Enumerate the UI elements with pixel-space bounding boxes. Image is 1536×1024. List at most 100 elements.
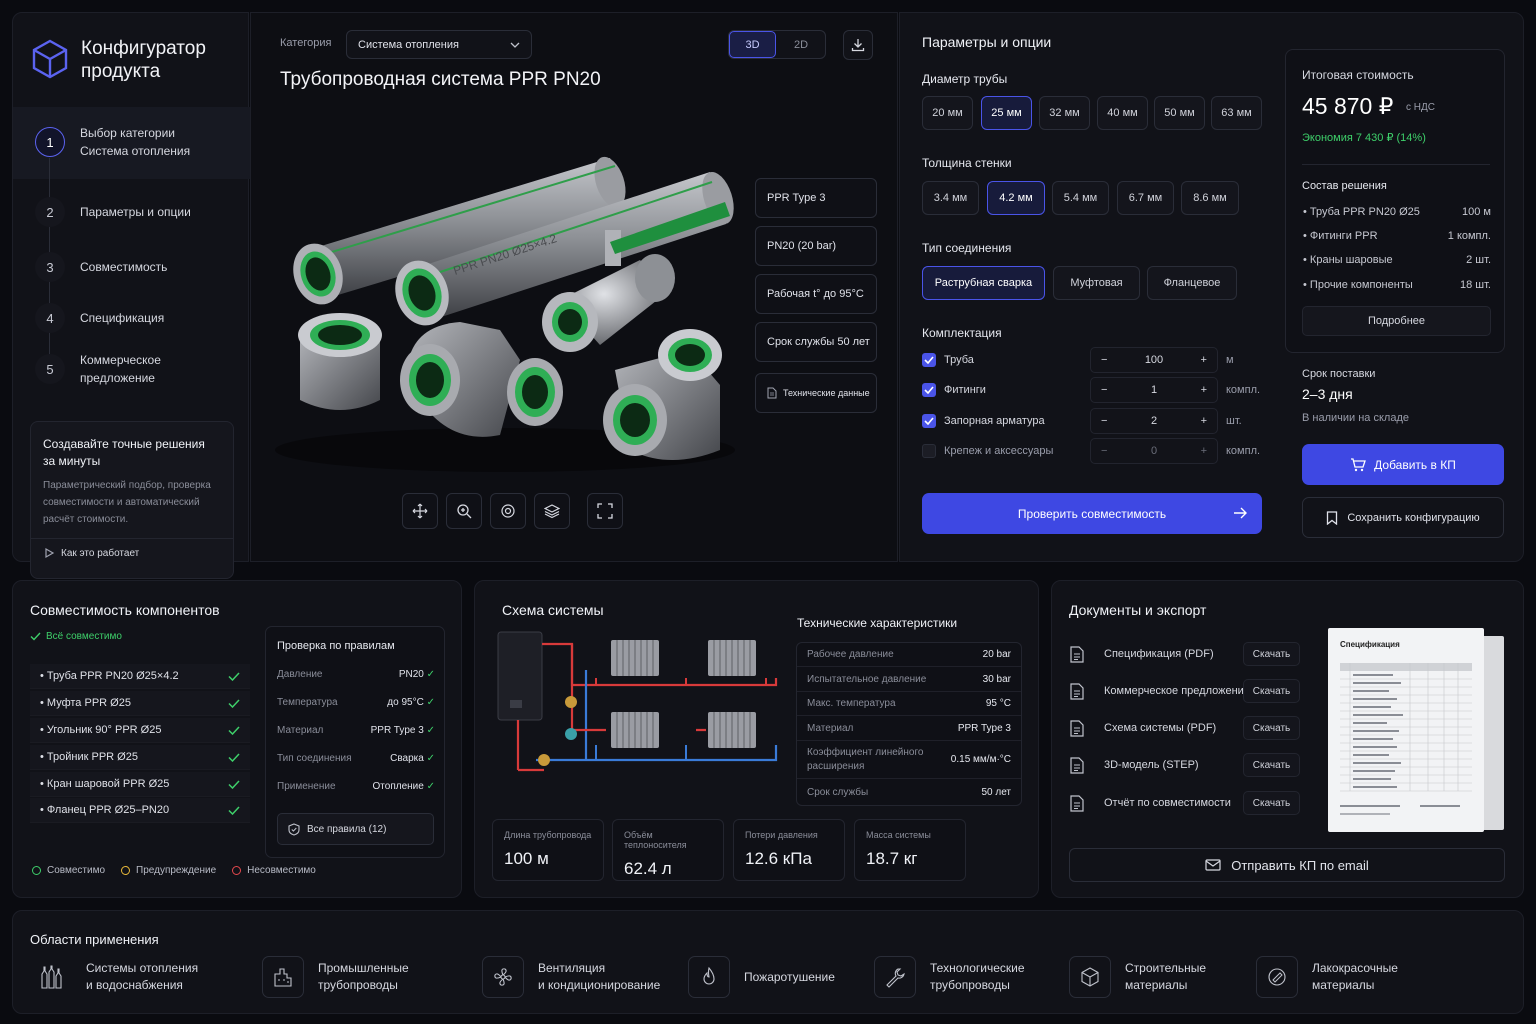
all-rules-button[interactable]: Все правила (12) [277, 813, 434, 845]
download-scheme-button[interactable]: Скачать [1243, 716, 1300, 740]
download-report-button[interactable]: Скачать [1243, 791, 1300, 815]
minus-icon[interactable]: − [1101, 384, 1107, 396]
minus-icon[interactable]: − [1101, 445, 1107, 457]
qty-stepper-pipe[interactable]: − 100 + [1090, 347, 1218, 373]
legend-error-dot [232, 866, 242, 875]
rotate-button[interactable] [490, 493, 526, 529]
compat-item[interactable]: • Тройник PPR Ø25 [30, 745, 250, 770]
more-button[interactable]: Подробнее [1302, 306, 1491, 336]
send-email-button[interactable]: Отправить КП по email [1069, 848, 1505, 882]
connection-flange[interactable]: Фланцевое [1147, 266, 1237, 300]
plus-icon[interactable]: + [1201, 354, 1207, 366]
diameter-20[interactable]: 20 мм [922, 96, 973, 130]
cube-icon [1069, 956, 1111, 998]
wall-4-2[interactable]: 4.2 мм [987, 181, 1045, 215]
add-to-offer-button[interactable]: Добавить в КП [1302, 444, 1504, 485]
download-offer-button[interactable]: Скачать [1243, 679, 1300, 703]
rules-title: Проверка по правилам [277, 640, 395, 652]
checkbox-pipe[interactable] [922, 353, 936, 367]
app-paint[interactable]: Лакокрасочные материалы [1256, 955, 1398, 999]
step-4[interactable]: 4 Спецификация [0, 303, 236, 333]
product-render[interactable]: PPR PN20 Ø25×4.2 [270, 130, 740, 480]
minus-icon[interactable]: − [1101, 354, 1107, 366]
tech-row: Материал PPR Type 3 [797, 716, 1021, 741]
zoom-button[interactable] [446, 493, 482, 529]
qty-stepper-fittings[interactable]: − 1 + [1090, 377, 1218, 403]
download-icon [851, 38, 865, 52]
compat-item[interactable]: • Фланец PPR Ø25–PN20 [30, 798, 250, 823]
system-diagram[interactable] [496, 630, 786, 780]
plus-icon[interactable]: + [1201, 445, 1207, 457]
step-2[interactable]: 2 Параметры и опции [0, 197, 236, 227]
save-config-button[interactable]: Сохранить конфигурацию [1302, 497, 1504, 538]
stock-status: В наличии на складе [1302, 412, 1409, 424]
diameter-63[interactable]: 63 мм [1211, 96, 1262, 130]
fullscreen-icon [597, 503, 613, 519]
compat-item[interactable]: • Кран шаровой PPR Ø25 [30, 772, 250, 797]
tag-material: PPR Type 3 [755, 178, 877, 218]
wall-6-7[interactable]: 6.7 мм [1117, 181, 1174, 215]
step-1[interactable]: 1 Выбор категории Система отопления [0, 122, 236, 162]
download-button[interactable] [843, 30, 873, 60]
check-compat-label: Проверить совместимость [1017, 506, 1167, 521]
qty-stepper-valves[interactable]: − 2 + [1090, 408, 1218, 434]
step-3[interactable]: 3 Совместимость [0, 252, 236, 282]
app-label: Промышленные трубопроводы [318, 961, 409, 992]
stat-coolant-volume: Объём теплоносителя 62.4 л [612, 819, 724, 881]
download-3d-button[interactable]: Скачать [1243, 753, 1300, 777]
compat-item[interactable]: • Труба PPR PN20 Ø25×4.2 [30, 664, 250, 689]
qty-stepper-fasteners[interactable]: − 0 + [1090, 438, 1218, 464]
move-button[interactable] [402, 493, 438, 529]
rotate-icon [500, 503, 516, 519]
fullscreen-button[interactable] [587, 493, 623, 529]
diameter-50[interactable]: 50 мм [1154, 96, 1205, 130]
step-5[interactable]: 5 Коммерческое предложение [0, 353, 236, 385]
minus-icon[interactable]: − [1101, 415, 1107, 427]
step-sub: Система отопления [80, 144, 191, 158]
wall-3-4[interactable]: 3.4 мм [922, 181, 979, 215]
app-heating[interactable]: Системы отопления и водоснабжения [30, 955, 198, 999]
tech-data-button[interactable]: Технические данные [755, 373, 877, 413]
download-spec-button[interactable]: Скачать [1243, 642, 1300, 666]
kit-label: Комплектация [922, 326, 1002, 340]
toggle-3d[interactable]: 3D [729, 31, 776, 58]
bottles-icon [30, 956, 72, 998]
how-it-works-link[interactable]: Как это работает [43, 544, 139, 562]
diameter-40[interactable]: 40 мм [1097, 96, 1148, 130]
connection-socket-weld[interactable]: Раструбная сварка [922, 266, 1045, 300]
plus-icon[interactable]: + [1201, 415, 1207, 427]
total-label: Итоговая стоимость [1302, 68, 1414, 82]
app-fire[interactable]: Пожаротушение [688, 955, 835, 999]
kit-name: Запорная арматура [944, 415, 1045, 427]
app-industrial[interactable]: Промышленные трубопроводы [262, 955, 409, 999]
tech-title: Технические характеристики [797, 616, 958, 630]
kit-item-fittings: Фитинги − 1 + компл. [922, 375, 1262, 405]
category-select[interactable]: Система отопления [346, 30, 532, 59]
stat-pipe-length: Длина трубопровода 100 м [492, 819, 604, 881]
wall-8-6[interactable]: 8.6 мм [1181, 181, 1239, 215]
rule-row: Давление PN20 ✓ [277, 669, 435, 680]
app-ventilation[interactable]: Вентиляция и кондиционирование [482, 955, 660, 999]
check-compat-button[interactable]: Проверить совместимость [922, 493, 1262, 534]
layers-button[interactable] [534, 493, 570, 529]
wall-5-4[interactable]: 5.4 мм [1052, 181, 1109, 215]
app-process[interactable]: Технологические трубопроводы [874, 955, 1025, 999]
checkbox-fasteners[interactable] [922, 444, 936, 458]
plus-icon[interactable]: + [1201, 384, 1207, 396]
connection-coupling[interactable]: Муфтовая [1053, 266, 1140, 300]
document-preview[interactable]: Спецификация [1328, 628, 1506, 832]
diameter-32[interactable]: 32 мм [1039, 96, 1090, 130]
stat-system-mass: Масса системы 18.7 кг [854, 819, 966, 881]
delivery-value: 2–3 дня [1302, 386, 1353, 402]
diameter-25[interactable]: 25 мм [981, 96, 1032, 130]
compat-item[interactable]: • Муфта PPR Ø25 [30, 691, 250, 716]
stat-pressure-loss: Потери давления 12.6 кПа [733, 819, 845, 881]
app-construction[interactable]: Строительные материалы [1069, 955, 1206, 999]
checkbox-fittings[interactable] [922, 383, 936, 397]
toggle-2d[interactable]: 2D [777, 31, 825, 58]
solution-item: • Краны шаровые 2 шт. [1303, 254, 1491, 266]
check-icon [228, 698, 240, 708]
compat-item[interactable]: • Угольник 90° PPR Ø25 [30, 718, 250, 743]
vat-label: с НДС [1406, 102, 1435, 113]
checkbox-valves[interactable] [922, 414, 936, 428]
